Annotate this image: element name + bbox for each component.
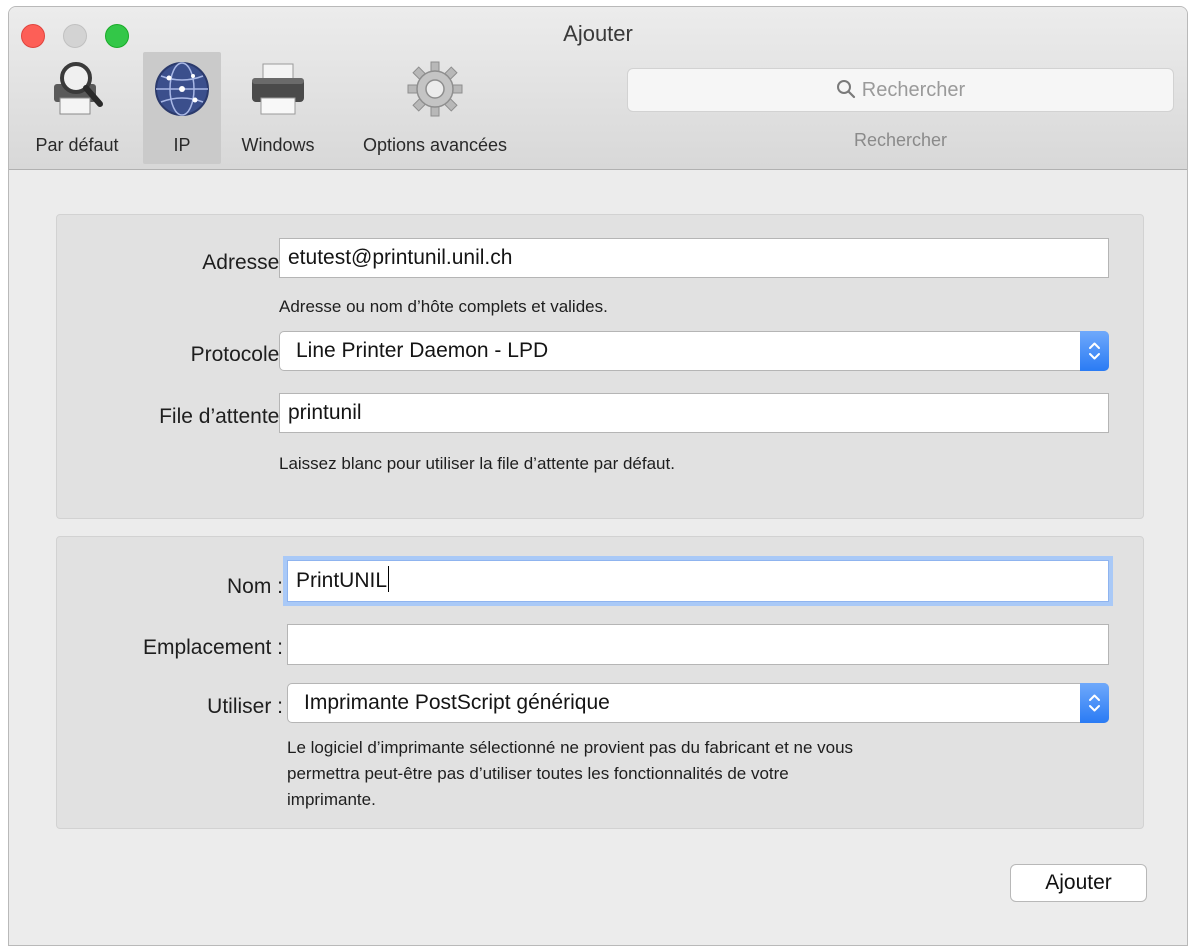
driver-select[interactable]: Imprimante PostScript générique <box>287 683 1109 723</box>
toolbar-tab-label: Windows <box>241 135 315 155</box>
queue-label: File d’attente : <box>159 405 291 428</box>
toolbar-tab-label: Par défaut <box>35 135 119 155</box>
address-hint: Adresse ou nom d’hôte complets et valide… <box>279 297 608 316</box>
protocol-stepper[interactable] <box>1080 331 1109 371</box>
name-value: PrintUNIL <box>296 569 388 592</box>
toolbar-tab-label: Options avancées <box>362 135 508 155</box>
gear-icon <box>407 61 463 117</box>
toolbar-tab-advanced[interactable]: Options avancées <box>335 52 535 164</box>
toolbar-tab-label: IP <box>173 135 191 155</box>
printer-info-panel: Nom : PrintUNIL Emplacement : Utiliser :… <box>56 536 1144 829</box>
text-caret <box>388 566 390 592</box>
driver-warning-line: permettra peut-être pas d’utiliser toute… <box>287 764 789 783</box>
protocol-value: Line Printer Daemon - LPD <box>296 339 549 362</box>
search-icon <box>836 80 855 99</box>
use-label: Utiliser : <box>207 695 283 718</box>
search-label: Rechercher <box>853 130 948 150</box>
location-field[interactable] <box>287 624 1109 665</box>
search-placeholder: Rechercher <box>861 79 966 101</box>
chevron-updown-icon <box>1089 342 1100 360</box>
protocol-label: Protocole : <box>190 343 291 366</box>
name-field[interactable]: PrintUNIL <box>287 560 1109 602</box>
toolbar-tab-default[interactable]: Par défaut <box>19 52 135 164</box>
globe-icon <box>155 62 209 116</box>
chevron-updown-icon <box>1089 694 1100 712</box>
driver-value: Imprimante PostScript générique <box>304 691 610 714</box>
toolbar-tab-ip[interactable]: IP <box>143 52 221 164</box>
queue-hint: Laissez blanc pour utiliser la file d’at… <box>279 454 675 473</box>
queue-field[interactable]: printunil <box>279 393 1109 433</box>
driver-warning: Le logiciel d’imprimante sélectionné ne … <box>287 735 853 813</box>
printer-icon <box>252 63 304 115</box>
title-toolbar: Ajouter Par défaut IP Windows Options av… <box>9 7 1187 170</box>
protocol-select[interactable]: Line Printer Daemon - LPD <box>279 331 1109 371</box>
toolbar-tab-windows[interactable]: Windows <box>225 52 331 164</box>
connection-panel: Adresse : etutest@printunil.unil.ch Adre… <box>56 214 1144 519</box>
search-field[interactable]: Rechercher <box>627 68 1174 112</box>
default-printer-magnifier-icon <box>54 62 103 115</box>
name-label: Nom : <box>226 575 283 598</box>
location-label: Emplacement : <box>142 636 283 659</box>
driver-warning-line: Le logiciel d’imprimante sélectionné ne … <box>287 738 854 757</box>
driver-warning-line: imprimante. <box>287 790 376 809</box>
driver-stepper[interactable] <box>1080 683 1109 723</box>
add-printer-window: Ajouter Par défaut IP Windows Options av… <box>8 6 1188 946</box>
address-label: Adresse : <box>202 251 291 274</box>
window-title: Ajouter <box>563 21 633 46</box>
address-field[interactable]: etutest@printunil.unil.ch <box>279 238 1109 278</box>
add-button[interactable]: Ajouter <box>1010 864 1147 902</box>
